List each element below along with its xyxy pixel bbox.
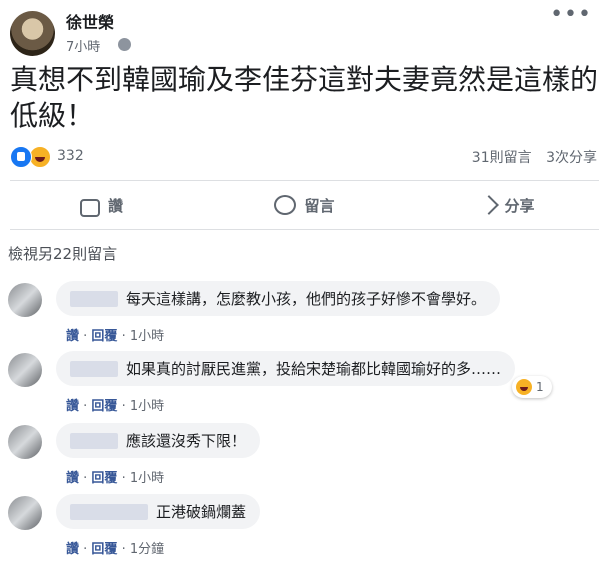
blurred-name [70, 290, 118, 307]
comment-text: 應該還沒秀下限！ [126, 432, 247, 450]
comment-reaction-chip[interactable]: 1 [512, 376, 552, 398]
post-stats: 31則留言 3次分享 [472, 147, 597, 167]
comment-text: 如果真的討厭民進黨，投給宋楚瑜都比韓國瑜好的多…… [126, 360, 502, 378]
post-actions: 讚 留言 分享 [0, 183, 609, 227]
author-avatar[interactable] [10, 11, 55, 56]
divider [10, 229, 599, 230]
comment-text: 正港破鍋爛蓋 [156, 503, 247, 521]
comment-time[interactable]: 1分鐘 [130, 542, 164, 557]
blurred-name [70, 503, 148, 520]
share-label: 分享 [504, 196, 535, 215]
comment-time[interactable]: 1小時 [130, 471, 164, 486]
globe-icon [118, 38, 131, 51]
author-name[interactable]: 徐世榮 [66, 9, 114, 33]
comment-reply-link[interactable]: 回覆 [91, 542, 117, 557]
comment-avatar[interactable] [8, 425, 42, 459]
share-button[interactable]: 分享 [406, 183, 609, 227]
like-button[interactable]: 讚 [0, 183, 203, 227]
comment-meta: 讚 · 回覆 · 1分鐘 [66, 542, 165, 557]
comments-count[interactable]: 31則留言 [472, 150, 532, 166]
like-label: 讚 [107, 196, 123, 215]
comment-reply-link[interactable]: 回覆 [91, 471, 117, 486]
comment-like-link[interactable]: 讚 [66, 399, 79, 414]
comment-like-link[interactable]: 讚 [66, 329, 79, 344]
comment: 應該還沒秀下限！ 讚 · 回覆 · 1小時 [0, 423, 609, 493]
comment-time[interactable]: 1小時 [130, 399, 164, 414]
comment-bubble: 如果真的討厭民進黨，投給宋楚瑜都比韓國瑜好的多…… [56, 351, 516, 386]
reaction-count[interactable]: 332 [57, 148, 84, 164]
comment-label: 留言 [304, 196, 335, 215]
comment-avatar[interactable] [8, 496, 42, 530]
shares-count[interactable]: 3次分享 [546, 150, 597, 166]
comment-time[interactable]: 1小時 [130, 329, 164, 344]
comment-like-link[interactable]: 讚 [66, 471, 79, 486]
like-reaction-icon [10, 146, 32, 168]
haha-reaction-icon [516, 379, 532, 395]
comment-avatar[interactable] [8, 283, 42, 317]
divider [10, 180, 599, 181]
comment-bubble: 每天這樣講，怎麼教小孩，他們的孩子好慘不會學好。 [56, 281, 501, 316]
comment-bubble-icon [274, 195, 297, 215]
post-text: 真想不到韓國瑜及李佳芬這對夫妻竟然是這樣的低級！ [10, 63, 599, 132]
comment-reaction-count: 1 [536, 380, 544, 394]
haha-reaction-icon [29, 146, 51, 168]
comment-meta: 讚 · 回覆 · 1小時 [66, 329, 165, 344]
post-time[interactable]: 7小時 [66, 36, 100, 55]
comment: 每天這樣講，怎麼教小孩，他們的孩子好慘不會學好。 讚 · 回覆 · 1小時 [0, 281, 609, 351]
comment-text: 每天這樣講，怎麼教小孩，他們的孩子好慘不會學好。 [126, 290, 487, 308]
more-options-icon[interactable]: ••• [550, 2, 592, 27]
blurred-name [70, 432, 118, 449]
comment-avatar[interactable] [8, 353, 42, 387]
comment-like-link[interactable]: 讚 [66, 542, 79, 557]
comment-reply-link[interactable]: 回覆 [91, 399, 117, 414]
comment: 如果真的討厭民進黨，投給宋楚瑜都比韓國瑜好的多…… 1 讚 · 回覆 · 1小時 [0, 351, 609, 421]
share-arrow-icon [479, 195, 500, 215]
comment-meta: 讚 · 回覆 · 1小時 [66, 471, 165, 486]
thumb-up-icon [79, 199, 100, 217]
comment-bubble: 正港破鍋爛蓋 [56, 494, 261, 529]
blurred-name [70, 360, 118, 377]
comment-bubble: 應該還沒秀下限！ [56, 423, 261, 458]
comment-reply-link[interactable]: 回覆 [91, 329, 117, 344]
comment-button[interactable]: 留言 [203, 183, 406, 227]
view-more-comments[interactable]: 檢視另22則留言 [8, 243, 117, 264]
comment-meta: 讚 · 回覆 · 1小時 [66, 399, 165, 414]
